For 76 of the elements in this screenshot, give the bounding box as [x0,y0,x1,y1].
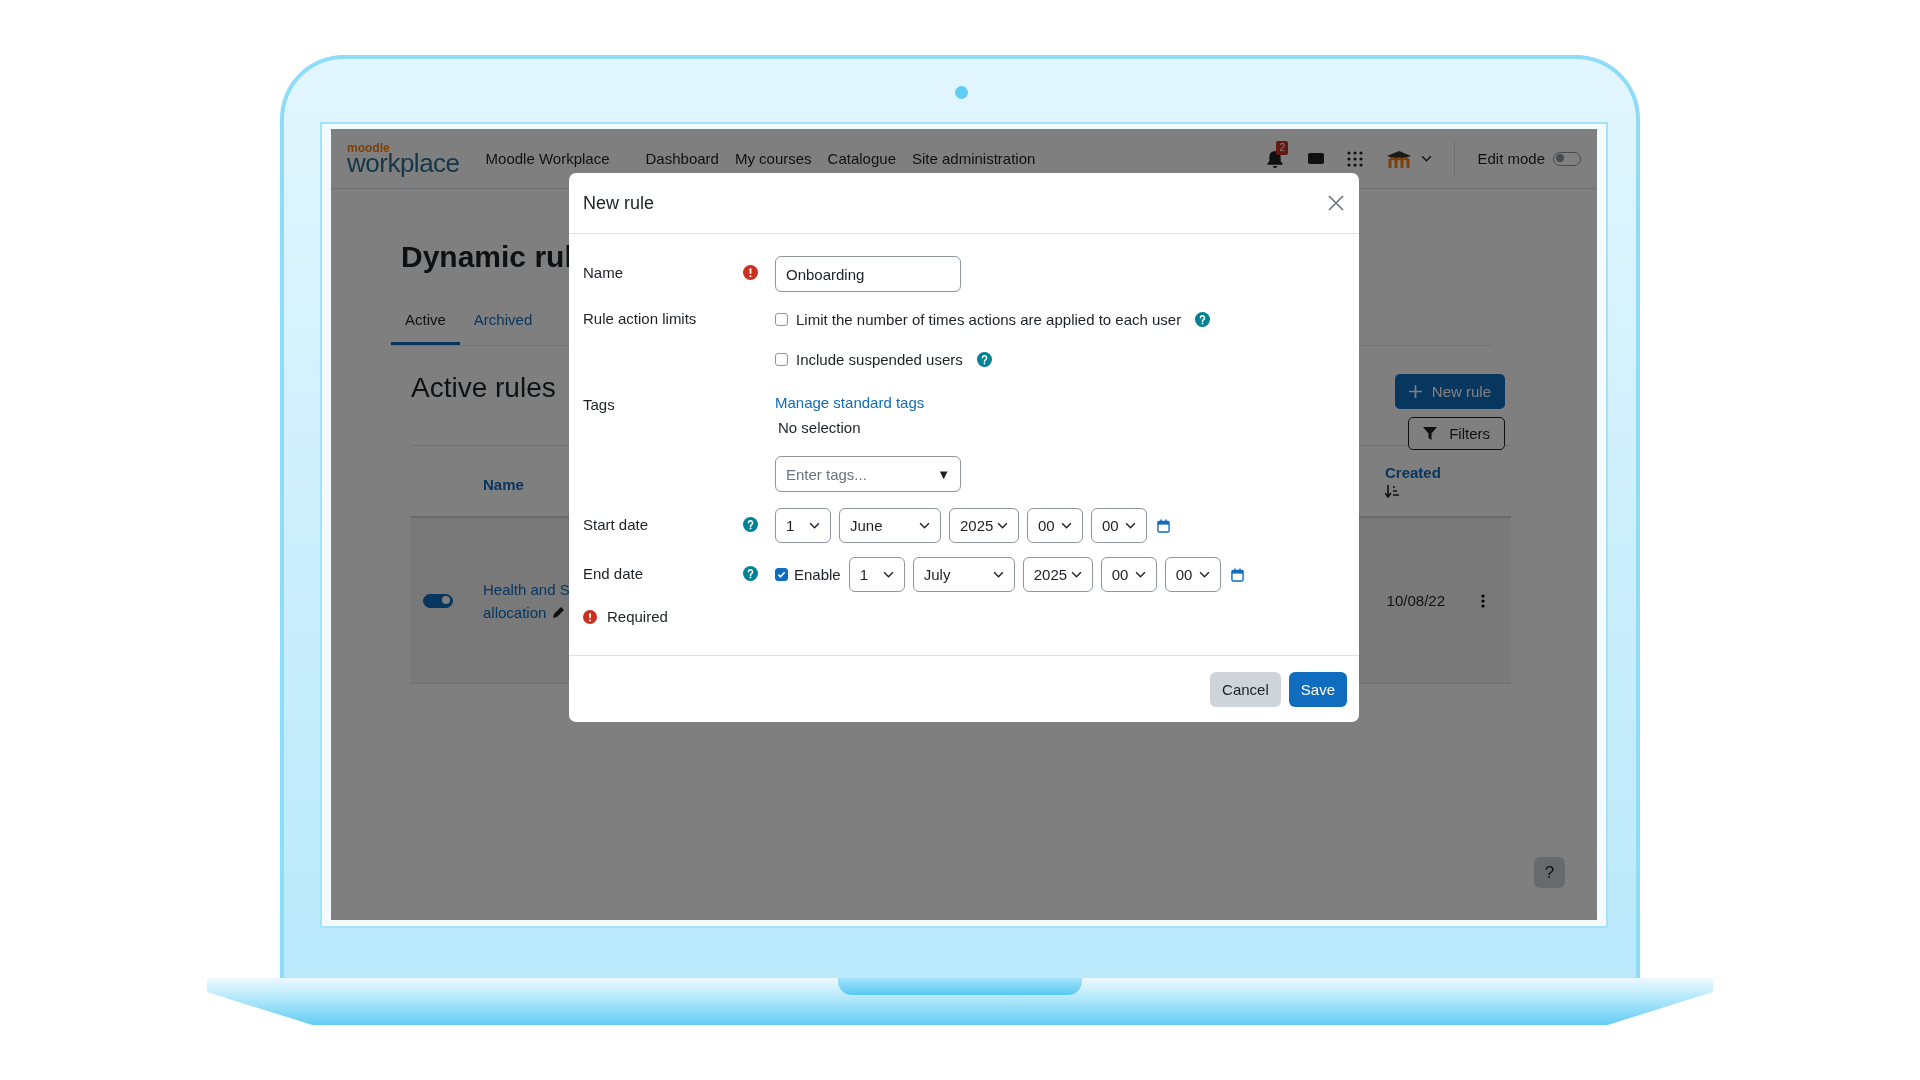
date-select[interactable]: 00 [1100,557,1157,592]
cancel-button[interactable]: Cancel [1210,672,1281,707]
tab[interactable]: Archived [459,297,547,345]
chevron-down-icon [809,522,820,529]
nav-link[interactable]: My courses [734,150,812,167]
field-label: Tags [583,395,616,413]
nav-link[interactable]: Catalogue [827,150,896,167]
column-header[interactable]: Name [483,475,524,493]
kebab-menu-icon[interactable] [1481,593,1485,608]
edit-mode-label: Edit mode [1477,150,1545,167]
save-button[interactable]: Save [1288,672,1347,707]
nav-link[interactable]: Site administration [912,150,1036,167]
checkbox[interactable] [775,352,788,366]
name-input[interactable]: Onboarding [775,256,961,292]
calendar-icon[interactable] [1230,567,1244,582]
help-icon[interactable] [743,517,758,532]
date-select[interactable]: 00 [1091,508,1147,543]
filter-icon [1423,427,1438,440]
dialog-title: New rule [583,192,655,214]
help-icon[interactable] [976,351,992,367]
chevron-down-icon [1198,571,1210,578]
calendar-icon[interactable] [1157,518,1170,533]
date-select[interactable]: 2025 [1022,557,1093,592]
created-date: 10/08/22 [1386,592,1445,609]
date-select[interactable]: 2025 [949,508,1019,543]
nav-link[interactable]: Moodle Workplace [485,150,610,167]
tab[interactable]: Active [391,297,460,345]
column-header[interactable]: Created [1385,464,1465,481]
help-button[interactable]: ? [1534,857,1565,888]
chevron-down-icon [1125,522,1136,529]
close-icon[interactable] [1328,195,1344,211]
pencil-icon[interactable] [552,605,567,619]
chevron-down-icon [919,522,930,529]
filters-button[interactable]: Filters [1408,417,1505,450]
date-select[interactable]: July [912,557,1015,592]
sort-icon[interactable] [1385,485,1400,498]
notification-badge: 2 [1276,140,1288,155]
checkbox-label[interactable]: Include suspended users [796,350,963,368]
checkbox-label[interactable]: Enable [794,566,841,583]
help-icon[interactable] [1195,311,1211,327]
rule-toggle[interactable] [423,593,453,608]
chevron-down-icon [992,571,1004,578]
chevron-down-icon [1070,571,1082,578]
checkbox[interactable] [775,568,788,581]
field-label: Rule action limits [583,309,698,327]
chevron-down-icon [1421,155,1433,162]
plus-icon [1408,385,1422,398]
help-icon[interactable] [743,566,758,581]
tags-field[interactable]: Enter tags... ▼ [775,456,961,492]
date-select[interactable]: 00 [1164,557,1221,592]
date-select[interactable]: June [839,508,941,543]
new-rule-button[interactable]: New rule [1394,374,1505,409]
chat-icon[interactable] [1307,150,1326,167]
camera-dot [955,86,968,99]
selection-text: No selection [778,419,861,436]
required-icon [583,609,597,624]
field-label: Name [583,263,624,281]
checkbox-label[interactable]: Limit the number of times actions are applied to each user [796,310,1182,328]
field-label: Start date [583,515,650,533]
logo[interactable]: moodle workplace [347,141,460,176]
grid-icon[interactable] [1347,150,1364,167]
date-select[interactable]: 1 [775,508,831,543]
rule-name-link[interactable]: Health and S [483,577,570,601]
chevron-down-icon [997,522,1008,529]
manage-tags-link[interactable]: Manage standard tags [775,394,925,411]
required-note: Required [607,608,668,625]
chevron-down-icon [1061,522,1072,529]
date-select[interactable]: 1 [848,557,905,592]
rule-name-link[interactable]: allocation [483,600,547,624]
field-label: End date [583,564,645,582]
section-title: Active rules [411,372,556,405]
nav-link[interactable]: Dashboard [645,150,719,167]
checkbox[interactable] [775,312,788,326]
date-select[interactable]: 00 [1027,508,1083,543]
chevron-down-icon [882,571,894,578]
chevron-down-icon [1134,571,1146,578]
